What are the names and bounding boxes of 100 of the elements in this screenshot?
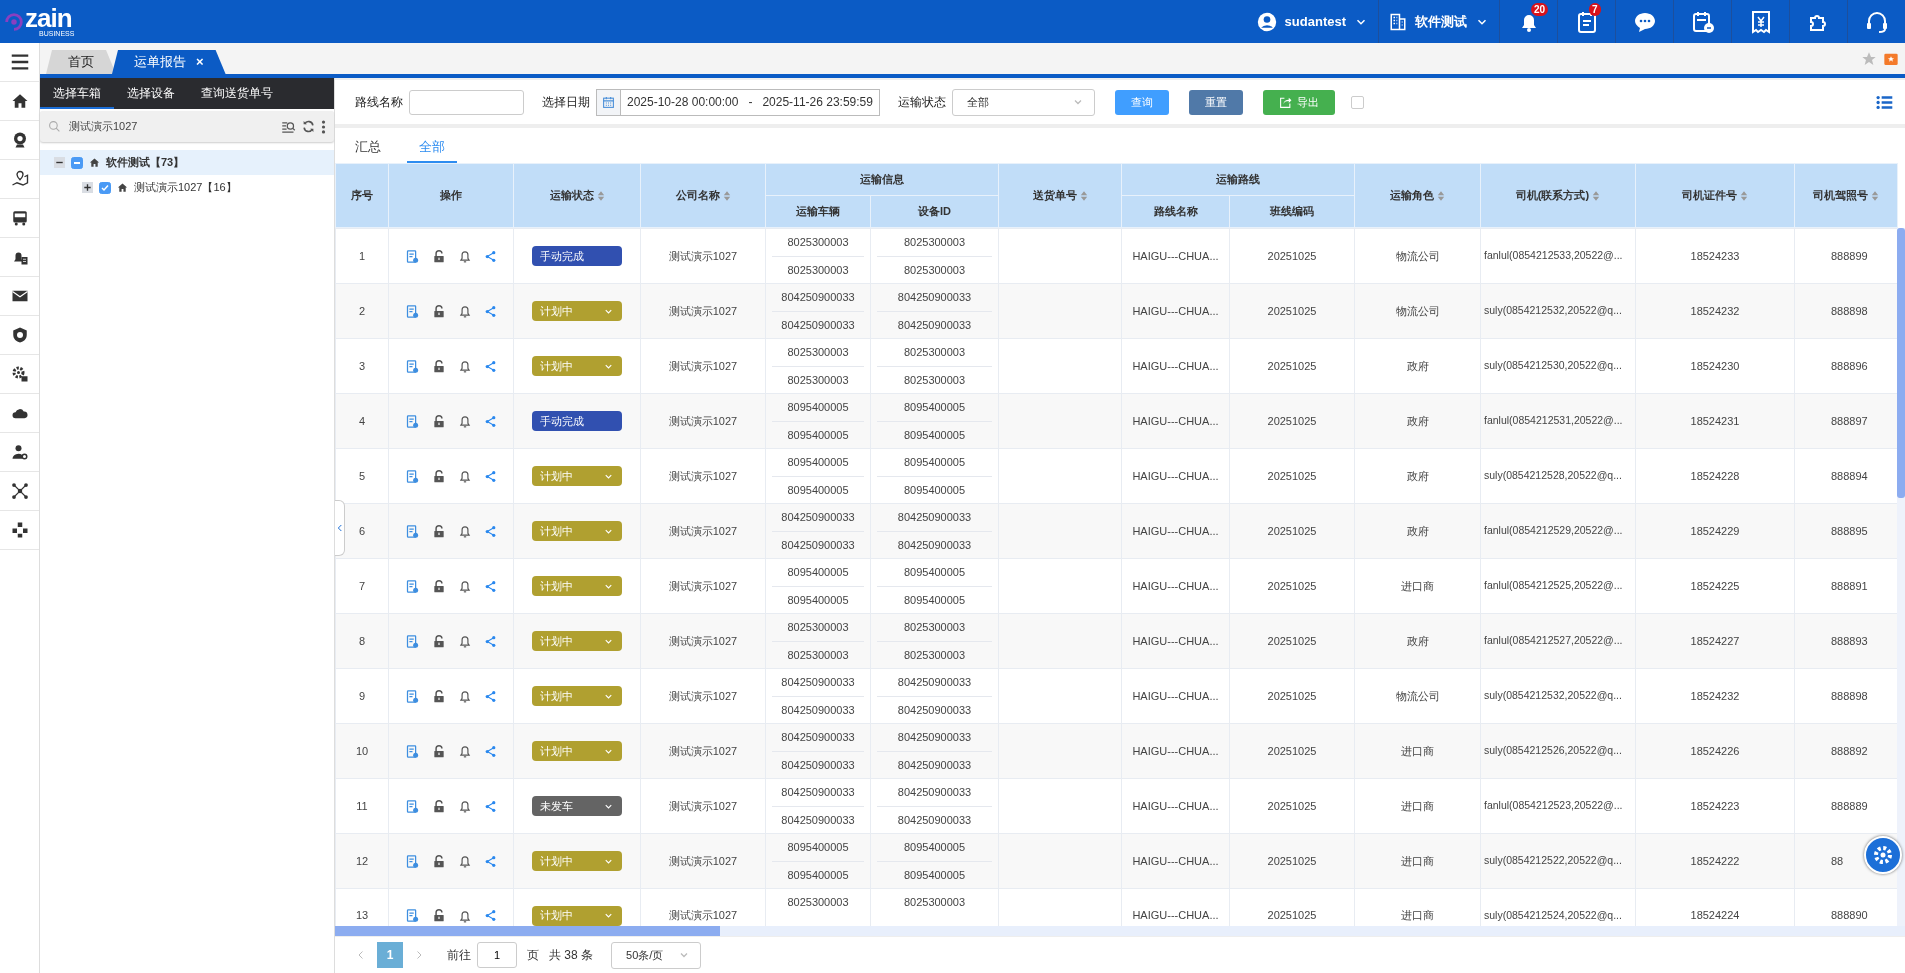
document-icon[interactable] (405, 853, 420, 869)
expand-icon[interactable] (82, 182, 93, 193)
column-header[interactable]: 司机(联系方式) (1480, 163, 1636, 228)
shield-icon[interactable] (10, 326, 29, 344)
checkbox[interactable] (1350, 95, 1364, 109)
column-header[interactable]: 运输角色 (1354, 163, 1481, 228)
share-icon[interactable] (484, 579, 497, 593)
column-header[interactable]: 送货单号 (998, 163, 1122, 228)
column-header[interactable]: 运输状态 (513, 163, 641, 228)
bell-icon[interactable] (458, 359, 472, 373)
page-tab[interactable]: 运单报告 × (112, 50, 226, 74)
share-icon[interactable] (484, 634, 497, 648)
document-icon[interactable] (405, 633, 420, 649)
scrollbar-thumb[interactable] (335, 926, 720, 936)
reset-button[interactable]: 重置 (1188, 89, 1243, 115)
unlock-icon[interactable] (432, 688, 446, 704)
unlock-icon[interactable] (432, 853, 446, 869)
document-icon[interactable] (405, 413, 420, 429)
home-icon[interactable] (10, 92, 29, 110)
share-icon[interactable] (484, 909, 497, 922)
unlock-icon[interactable] (432, 908, 446, 923)
unlock-icon[interactable] (432, 468, 446, 484)
document-icon[interactable] (405, 468, 420, 484)
column-header[interactable]: 司机证件号 (1635, 163, 1795, 228)
bell-icon[interactable] (458, 689, 472, 703)
bell-icon[interactable] (458, 579, 472, 593)
document-icon[interactable] (405, 743, 420, 759)
document-icon[interactable] (405, 908, 420, 923)
column-header[interactable]: 公司名称 (640, 163, 766, 228)
share-icon[interactable] (484, 469, 497, 483)
refresh-icon[interactable] (302, 120, 315, 133)
bell-icon[interactable] (458, 908, 472, 923)
share-icon[interactable] (484, 854, 497, 868)
tree-node[interactable]: 软件测试【73】 (40, 150, 334, 175)
unlock-icon[interactable] (432, 578, 446, 594)
network-icon[interactable] (10, 482, 29, 500)
close-tab-button[interactable]: × (196, 52, 204, 72)
route-name-field[interactable] (409, 89, 524, 115)
map-pin-icon[interactable] (10, 170, 29, 188)
share-icon[interactable] (484, 799, 497, 813)
star-icon[interactable] (1861, 50, 1877, 67)
bell-icon[interactable] (458, 799, 472, 813)
bell-icon[interactable] (458, 634, 472, 648)
unlock-icon[interactable] (432, 633, 446, 649)
tree-node[interactable]: 测试演示1027【16】 (40, 175, 334, 200)
checkbox[interactable] (99, 181, 111, 194)
document-icon[interactable] (405, 798, 420, 814)
unlock-icon[interactable] (432, 248, 446, 264)
document-icon[interactable] (405, 523, 420, 539)
unlock-icon[interactable] (432, 798, 446, 814)
scan-search-icon[interactable] (281, 119, 296, 134)
bell-icon[interactable] (458, 854, 472, 868)
collapse-panel-handle[interactable] (335, 500, 345, 556)
page-size-select[interactable]: 50条/页 (611, 941, 701, 969)
nodes-icon[interactable] (10, 521, 29, 539)
unlock-icon[interactable] (432, 303, 446, 319)
share-icon[interactable] (484, 524, 497, 538)
view-tab[interactable]: 汇总 (343, 128, 393, 163)
document-icon[interactable] (405, 303, 420, 319)
panel-tab[interactable]: 查询送货单号 (188, 78, 286, 109)
bell-icon[interactable] (458, 524, 472, 538)
unlock-icon[interactable] (432, 413, 446, 429)
page-number-field[interactable]: 1 (477, 942, 517, 968)
checkbox[interactable] (71, 156, 83, 169)
share-icon[interactable] (484, 414, 497, 428)
status-dropdown[interactable]: 未发车 (532, 796, 622, 816)
collapse-icon[interactable] (54, 157, 65, 168)
bell-icon[interactable] (458, 744, 472, 758)
document-icon[interactable] (405, 688, 420, 704)
document-icon[interactable] (405, 358, 420, 374)
share-icon[interactable] (484, 744, 497, 758)
bell-icon[interactable] (458, 469, 472, 483)
list-view-icon[interactable] (1876, 93, 1893, 111)
page-tab[interactable]: 首页 (46, 50, 116, 74)
document-icon[interactable] (405, 248, 420, 264)
user-menu[interactable]: sudantest (1246, 0, 1378, 43)
bell-icon[interactable] (458, 414, 472, 428)
column-header[interactable]: 司机驾照号 (1794, 163, 1898, 228)
date-range-field[interactable]: 2025-10-28 00:00:00 - 2025-11-26 23:59:59 (596, 88, 880, 116)
unlock-icon[interactable] (432, 358, 446, 374)
calendar-icon[interactable] (1690, 9, 1715, 34)
share-icon[interactable] (484, 304, 497, 318)
unlock-icon[interactable] (432, 523, 446, 539)
search-field[interactable]: 测试演示1027 (67, 117, 275, 136)
user-settings-icon[interactable] (10, 443, 29, 461)
more-icon[interactable] (321, 119, 326, 134)
bell-icon[interactable] (458, 304, 472, 318)
panel-tab[interactable]: 选择设备 (114, 78, 188, 109)
panel-tab[interactable]: 选择车箱 (40, 78, 114, 109)
headset-icon[interactable] (1864, 9, 1889, 34)
settings-icon[interactable] (10, 365, 29, 383)
bell-icon[interactable] (458, 249, 472, 263)
document-icon[interactable] (405, 578, 420, 594)
status-select[interactable]: 全部 (951, 88, 1095, 116)
share-icon[interactable] (484, 359, 497, 373)
share-icon[interactable] (484, 249, 497, 263)
scrollbar-thumb[interactable] (1897, 228, 1905, 498)
unlock-icon[interactable] (432, 743, 446, 759)
bus-icon[interactable] (10, 209, 29, 227)
search-bar[interactable]: 测试演示1027 (40, 111, 334, 142)
